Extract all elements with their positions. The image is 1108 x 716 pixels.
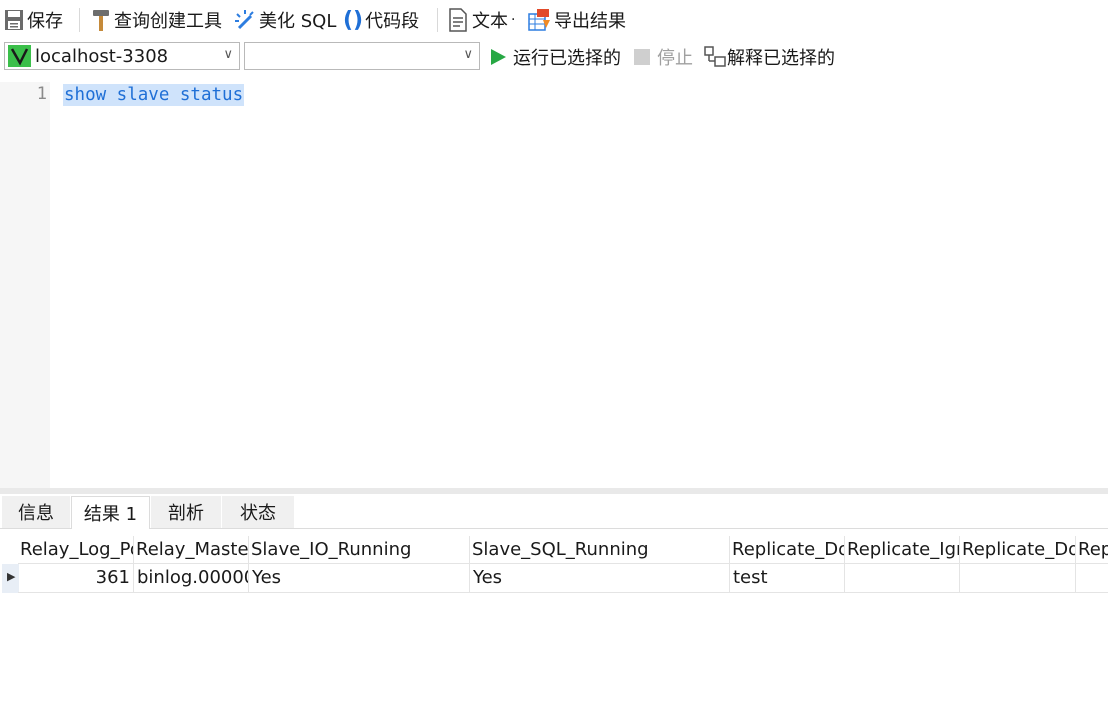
tab-result-1[interactable]: 结果 1 (71, 496, 150, 529)
play-icon (489, 48, 507, 66)
text-label: 文本 (472, 11, 508, 32)
connection-toolbar: localhost-3308 ∨ ∨ 运行已选择的 停止 解释已选择的 (0, 40, 1108, 80)
export-results-button[interactable]: 导出结果 (528, 7, 626, 33)
stop-icon (634, 49, 650, 65)
document-icon (448, 8, 468, 32)
column-header[interactable]: Relay_Master_Log_File (134, 536, 249, 564)
sql-code-line[interactable]: show slave status (63, 84, 245, 106)
table-cell[interactable] (845, 564, 960, 593)
connection-select[interactable]: localhost-3308 ∨ (4, 42, 240, 70)
column-header[interactable]: Relay_Log_Pos (18, 536, 134, 564)
stop-button[interactable]: 停止 (634, 45, 693, 69)
database-select[interactable]: ∨ (244, 42, 480, 70)
connection-value: localhost-3308 (35, 46, 169, 67)
column-header[interactable]: Replicate_Do_DB (730, 536, 845, 564)
text-button[interactable]: 文本 · (448, 7, 515, 33)
explain-selected-label: 解释已选择的 (727, 48, 835, 69)
main-toolbar: 保存 查询创建工具 美化 SQL () 代码段 文本 · 导出结果 (0, 0, 1108, 40)
stop-label: 停止 (657, 48, 693, 69)
row-indicator[interactable]: ▶ (2, 564, 19, 593)
toolbar-divider (79, 8, 80, 32)
magic-wand-icon (233, 8, 257, 32)
parentheses-icon: () (343, 7, 364, 33)
line-number: 1 (36, 84, 47, 104)
save-icon (4, 9, 24, 31)
text-dropdown-dot-icon[interactable]: · (511, 12, 515, 28)
line-number-gutter: 1 (0, 82, 50, 488)
explain-icon (703, 45, 727, 69)
run-selected-label: 运行已选择的 (513, 48, 621, 69)
connection-icon (8, 45, 31, 67)
beautify-sql-button[interactable]: 美化 SQL (233, 7, 336, 33)
code-snippet-button[interactable]: () 代码段 (343, 7, 419, 33)
table-cell[interactable]: binlog.000001 (134, 564, 249, 593)
run-selected-button[interactable]: 运行已选择的 (489, 45, 621, 69)
table-cell[interactable]: 361 (18, 564, 134, 593)
export-results-label: 导出结果 (554, 11, 626, 32)
current-row-arrow-icon: ▶ (7, 570, 16, 583)
table-cell[interactable] (960, 564, 1076, 593)
query-builder-label: 查询创建工具 (114, 11, 222, 32)
tab-label: 结果 1 (83, 504, 138, 525)
tab-label: 剖析 (168, 503, 204, 524)
beautify-sql-label: 美化 SQL (259, 11, 337, 32)
tab-info[interactable]: 信息 (2, 496, 70, 528)
tab-profile[interactable]: 剖析 (151, 496, 221, 528)
chevron-down-icon: ∨ (223, 47, 233, 62)
column-header[interactable]: Slave_SQL_Running (470, 536, 730, 564)
query-builder-button[interactable]: 查询创建工具 (90, 7, 222, 33)
table-cell[interactable]: Yes (249, 564, 470, 593)
code-snippet-label: 代码段 (365, 11, 420, 32)
export-grid-icon (528, 8, 552, 32)
tab-label: 信息 (18, 503, 54, 524)
table-cell[interactable]: Yes (470, 564, 730, 593)
tab-label: 状态 (240, 503, 276, 524)
chevron-down-icon: ∨ (463, 47, 473, 62)
result-grid[interactable]: Relay_Log_Pos Relay_Master_Log_File Slav… (0, 536, 1108, 716)
hammer-icon (90, 8, 112, 32)
column-header[interactable]: Replicate_Ignore_DB (845, 536, 960, 564)
result-tabbar: 信息 结果 1 剖析 状态 (0, 494, 1108, 529)
column-header[interactable]: Slave_IO_Running (249, 536, 470, 564)
save-button[interactable]: 保存 (4, 7, 63, 33)
column-header[interactable]: Replicate_Ignore_Table (1076, 536, 1108, 564)
explain-selected-button[interactable]: 解释已选择的 (703, 45, 835, 69)
table-cell[interactable] (1076, 564, 1108, 593)
save-label: 保存 (27, 11, 63, 32)
tab-status[interactable]: 状态 (222, 496, 294, 528)
table-cell[interactable]: test (730, 564, 845, 593)
sql-editor[interactable]: 1 show slave status (0, 82, 1108, 488)
toolbar-divider (437, 8, 438, 32)
column-header[interactable]: Replicate_Do_Table (960, 536, 1076, 564)
